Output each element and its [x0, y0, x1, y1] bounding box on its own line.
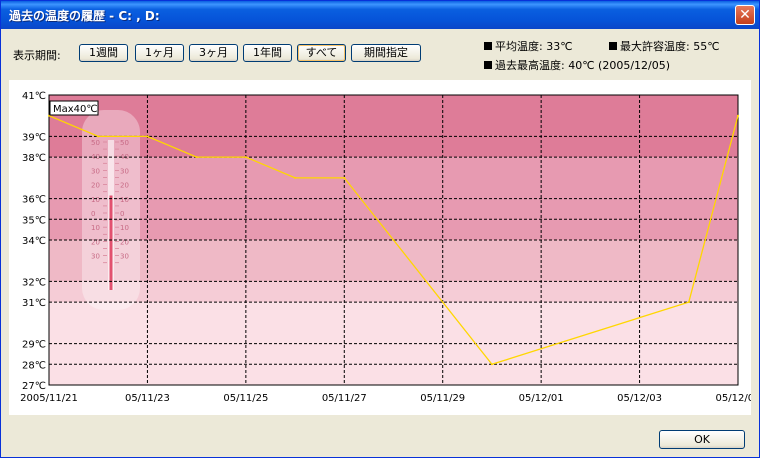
y-tick-label: 28℃: [22, 360, 46, 371]
y-tick-label: 29℃: [22, 340, 46, 351]
thermometer-left-tick-label: 10: [91, 196, 100, 204]
avg-temp-stat: 平均温度: 33℃: [484, 38, 573, 54]
temperature-point: [343, 176, 346, 179]
thermometer-right-tick-label: 10: [120, 224, 129, 232]
x-tick-label: 05/11/29: [420, 393, 465, 404]
temperature-point: [490, 363, 493, 366]
title-bar[interactable]: 過去の温度の履歴 - C: , D: ✕: [1, 1, 759, 29]
x-tick-label: 05/12/03: [617, 393, 662, 404]
temp-band-0: [49, 95, 738, 158]
bullet-square-icon: [484, 61, 492, 69]
thermometer-left-tick-label: 0: [91, 210, 95, 218]
window-title: 過去の温度の履歴 - C: , D:: [9, 9, 160, 23]
max-allowed-text: 最大許容温度: 55℃: [620, 40, 720, 53]
temperature-point: [146, 135, 149, 138]
temperature-point: [392, 239, 395, 241]
x-tick-label: 2005/11/21: [20, 393, 78, 404]
thermometer-right-tick-label: 20: [120, 182, 129, 190]
y-tick-label: 39℃: [22, 132, 46, 143]
period-1month-button[interactable]: 1ヶ月: [135, 44, 184, 62]
y-tick-label: 41℃: [22, 91, 46, 102]
max-annotation-label: Max40℃: [53, 104, 98, 115]
temperature-chart: 504030201001020305040302010010203041℃39℃…: [20, 91, 759, 404]
temperature-point: [97, 135, 100, 138]
temperature-point: [737, 114, 739, 117]
thermometer-left-tick-label: 50: [91, 139, 100, 147]
x-tick-label: 05/11/25: [223, 393, 268, 404]
temp-band-3: [49, 281, 738, 303]
thermometer-mercury: [109, 195, 113, 290]
ok-button[interactable]: OK: [659, 430, 745, 449]
past-max-text: 過去最高温度: 40℃ (2005/12/05): [495, 59, 671, 72]
close-button[interactable]: ✕: [735, 5, 755, 25]
chart-panel: 50 40 30 20 10 0 10 20 30 50 40 30 20 10 0 10 20 30 41℃ 39℃…: [9, 80, 759, 415]
period-3months-button[interactable]: 3ヶ月: [189, 44, 238, 62]
x-tick-label: 05/11/23: [125, 393, 170, 404]
thermometer-left-tick-label: 20: [91, 182, 100, 190]
past-max-stat: 過去最高温度: 40℃ (2005/12/05): [484, 57, 670, 73]
bullet-square-icon: [484, 42, 492, 50]
thermometer-left-tick-label: 30: [91, 167, 100, 175]
y-tick-label: 32℃: [22, 277, 46, 288]
max-allowed-stat: 最大許容温度: 55℃: [609, 38, 720, 54]
y-tick-label: 38℃: [22, 153, 46, 164]
thermometer-right-tick-label: 50: [120, 139, 129, 147]
period-1year-button[interactable]: 1年間: [243, 44, 292, 62]
y-tick-label: 36℃: [22, 195, 46, 206]
y-tick-label: 31℃: [22, 298, 46, 309]
x-tick-label: 05/11/27: [322, 393, 367, 404]
bullet-square-icon: [609, 42, 617, 50]
y-tick-label: 35℃: [22, 215, 46, 226]
period-custom-button[interactable]: 期間指定: [351, 44, 421, 62]
history-window: 過去の温度の履歴 - C: , D: ✕ 表示期間: 1週間 1ヶ月 3ヶ月 1…: [0, 0, 760, 458]
period-all-button[interactable]: すべて: [297, 44, 346, 62]
y-tick-label: 34℃: [22, 236, 46, 247]
temp-band-2: [49, 240, 738, 282]
period-label: 表示期間:: [13, 49, 61, 62]
x-tick-label: 05/12/01: [519, 393, 564, 404]
period-1week-button[interactable]: 1週間: [79, 44, 128, 62]
avg-temp-text: 平均温度: 33℃: [495, 40, 573, 53]
temperature-point: [687, 301, 690, 304]
thermometer-right-tick-label: 10: [120, 196, 129, 204]
thermometer-left-tick-label: 30: [91, 253, 100, 261]
temperature-point: [294, 176, 297, 179]
x-tick-label: 05/12/05: [716, 393, 751, 404]
temperature-point: [244, 156, 247, 159]
thermometer-left-tick-label: 10: [91, 224, 100, 232]
y-tick-label: 27℃: [22, 381, 46, 392]
thermometer-right-tick-label: 30: [120, 253, 129, 261]
temperature-point: [195, 156, 198, 159]
thermometer-right-tick-label: 30: [120, 167, 129, 175]
thermometer-right-tick-label: 0: [120, 210, 124, 218]
